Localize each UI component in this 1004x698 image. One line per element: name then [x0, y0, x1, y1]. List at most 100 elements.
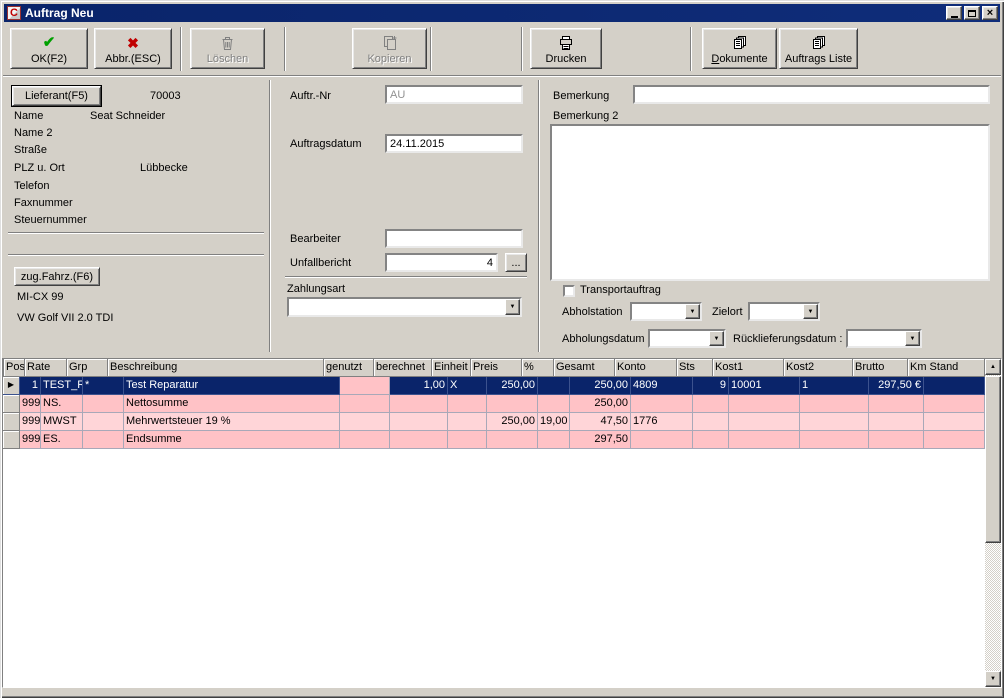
documents-button[interactable]: Dokumente: [702, 28, 777, 69]
abholungsdatum-select[interactable]: ▼: [648, 329, 726, 348]
ruecklieferungsdatum-select[interactable]: ▼: [846, 329, 922, 348]
close-button[interactable]: ×: [982, 6, 998, 20]
cell-kost2[interactable]: [800, 413, 869, 431]
cell-beschreibung[interactable]: Test Reparatur: [124, 377, 340, 395]
scrollbar-thumb[interactable]: [985, 376, 1001, 543]
cell-prozent[interactable]: [538, 431, 570, 449]
cell-einheit[interactable]: [448, 413, 487, 431]
column-header-konto[interactable]: Konto: [615, 359, 677, 377]
cell-grp[interactable]: [83, 413, 124, 431]
order-list-button[interactable]: Auftrags Liste: [779, 28, 858, 69]
cell-einheit[interactable]: [448, 395, 487, 413]
auftr-nr-input[interactable]: [385, 85, 523, 104]
cell-pos[interactable]: 1: [20, 377, 41, 395]
cell-beschreibung[interactable]: Endsumme: [124, 431, 340, 449]
cell-berechnet[interactable]: 1,00: [390, 377, 448, 395]
cell-rate[interactable]: TEST_R: [41, 377, 83, 395]
cell-preis[interactable]: [487, 431, 538, 449]
cell-gesamt[interactable]: 47,50: [570, 413, 631, 431]
cell-konto[interactable]: [631, 395, 693, 413]
cell-rate[interactable]: ES.: [41, 431, 83, 449]
cell-brutto[interactable]: 297,50 €: [869, 377, 924, 395]
cell-rate[interactable]: MWST: [41, 413, 83, 431]
column-header-prozent[interactable]: %: [522, 359, 554, 377]
cell-kost1[interactable]: [729, 413, 800, 431]
cell-preis[interactable]: [487, 395, 538, 413]
zielort-select[interactable]: ▼: [748, 302, 820, 321]
chevron-down-icon[interactable]: ▼: [905, 331, 920, 346]
table-row-mehrwertsteuer[interactable]: 999 MWST Mehrwertsteuer 19 % 250,00 19,0…: [3, 413, 985, 431]
table-row-endsumme[interactable]: 999 ES. Endsumme 297,50: [3, 431, 985, 449]
table-row-position-1[interactable]: ▶ 1 TEST_R * Test Reparatur 1,00 X 250,0…: [3, 377, 985, 395]
scroll-down-button[interactable]: ▼: [985, 671, 1001, 687]
cell-grp[interactable]: *: [83, 377, 124, 395]
cell-beschreibung[interactable]: Nettosumme: [124, 395, 340, 413]
cell-konto[interactable]: 1776: [631, 413, 693, 431]
grid-vertical-scrollbar[interactable]: ▲ ▼: [985, 359, 1001, 687]
cell-pos[interactable]: 999: [20, 431, 41, 449]
row-selector[interactable]: [3, 431, 20, 449]
cell-genutzt[interactable]: [340, 413, 390, 431]
bemerkung2-textarea[interactable]: [550, 124, 990, 281]
cell-kost1[interactable]: [729, 431, 800, 449]
chevron-down-icon[interactable]: ▼: [505, 299, 520, 315]
cell-kost1[interactable]: [729, 395, 800, 413]
cell-einheit[interactable]: X: [448, 377, 487, 395]
column-header-genutzt[interactable]: genutzt: [324, 359, 374, 377]
cell-brutto[interactable]: [869, 413, 924, 431]
cancel-button[interactable]: ✖ Abbr.(ESC): [94, 28, 172, 69]
cell-preis[interactable]: 250,00: [487, 413, 538, 431]
cell-genutzt[interactable]: [340, 395, 390, 413]
column-header-gesamt[interactable]: Gesamt: [554, 359, 615, 377]
ok-button[interactable]: ✔ OK(F2): [10, 28, 88, 69]
cell-gesamt[interactable]: 250,00: [570, 395, 631, 413]
table-row-nettosumme[interactable]: 999 NS. Nettosumme 250,00: [3, 395, 985, 413]
column-header-preis[interactable]: Preis: [471, 359, 522, 377]
row-pointer-icon[interactable]: ▶: [3, 377, 20, 395]
abholstation-select[interactable]: ▼: [630, 302, 702, 321]
cell-sts[interactable]: [693, 413, 729, 431]
minimize-button[interactable]: [946, 6, 962, 20]
cell-gesamt[interactable]: 297,50: [570, 431, 631, 449]
lieferant-button[interactable]: Lieferant(F5): [12, 86, 101, 106]
cell-einheit[interactable]: [448, 431, 487, 449]
column-header-kost2[interactable]: Kost2: [784, 359, 853, 377]
cell-grp[interactable]: [83, 395, 124, 413]
cell-berechnet[interactable]: [390, 395, 448, 413]
cell-km-stand[interactable]: [924, 395, 985, 413]
cell-km-stand[interactable]: [924, 377, 985, 395]
cell-prozent[interactable]: [538, 377, 570, 395]
transportauftrag-checkbox[interactable]: [563, 285, 575, 297]
cell-konto[interactable]: 4809: [631, 377, 693, 395]
auftragsdatum-input[interactable]: [385, 134, 523, 153]
column-header-beschreibung[interactable]: Beschreibung: [108, 359, 324, 377]
row-selector[interactable]: [3, 395, 20, 413]
cell-genutzt[interactable]: [340, 377, 390, 395]
cell-grp[interactable]: [83, 431, 124, 449]
chevron-down-icon[interactable]: ▼: [803, 304, 818, 319]
column-header-rate[interactable]: Rate: [25, 359, 67, 377]
column-header-kost1[interactable]: Kost1: [713, 359, 784, 377]
column-header-grp[interactable]: Grp: [67, 359, 108, 377]
column-header-brutto[interactable]: Brutto: [853, 359, 908, 377]
cell-kost2[interactable]: 1: [800, 377, 869, 395]
cell-km-stand[interactable]: [924, 413, 985, 431]
row-selector[interactable]: [3, 413, 20, 431]
cell-rate[interactable]: NS.: [41, 395, 83, 413]
chevron-down-icon[interactable]: ▼: [709, 331, 724, 346]
cell-gesamt[interactable]: 250,00: [570, 377, 631, 395]
column-header-km-stand[interactable]: Km Stand: [908, 359, 985, 377]
cell-sts[interactable]: [693, 395, 729, 413]
cell-prozent[interactable]: [538, 395, 570, 413]
column-header-sts[interactable]: Sts: [677, 359, 713, 377]
cell-pos[interactable]: 999: [20, 413, 41, 431]
cell-km-stand[interactable]: [924, 431, 985, 449]
unfallbericht-browse-button[interactable]: ...: [505, 253, 527, 272]
vehicle-button[interactable]: zug.Fahrz.(F6): [14, 267, 100, 286]
bemerkung-input[interactable]: [633, 85, 990, 104]
column-header-pos[interactable]: Pos: [4, 359, 25, 377]
cell-preis[interactable]: 250,00: [487, 377, 538, 395]
column-header-einheit[interactable]: Einheit: [432, 359, 471, 377]
unfallbericht-input[interactable]: [385, 253, 498, 272]
cell-prozent[interactable]: 19,00: [538, 413, 570, 431]
